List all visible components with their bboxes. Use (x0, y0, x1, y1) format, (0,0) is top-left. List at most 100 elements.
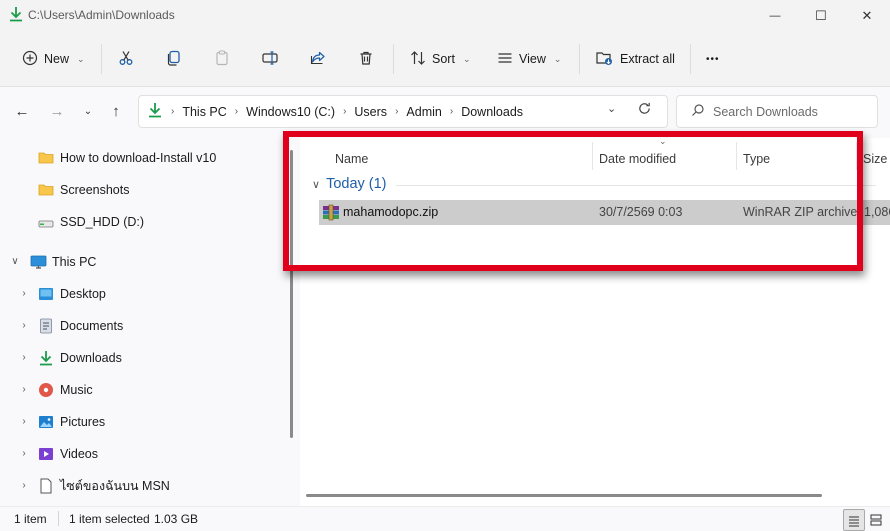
download-arrow-icon (148, 102, 162, 121)
music-icon (38, 382, 54, 398)
selected-size: 1.03 GB (154, 512, 199, 526)
chevron-right-icon[interactable]: › (18, 384, 30, 395)
paste-button[interactable] (214, 44, 230, 74)
arrow-left-icon: ← (14, 102, 30, 120)
details-view-icon (848, 515, 860, 530)
breadcrumb-this-pc[interactable]: This PC (182, 105, 226, 119)
download-arrow-icon (9, 6, 23, 25)
nav-item-label: This PC (52, 255, 97, 269)
new-label: New (44, 52, 70, 66)
toolbar-divider (393, 44, 394, 74)
command-bar: New ⌄ Sort ⌄ View ⌄ Extract all ••• (0, 32, 890, 87)
breadcrumb-separator-icon: › (234, 106, 239, 117)
chevron-right-icon[interactable]: › (18, 416, 30, 427)
view-button[interactable]: View ⌄ (497, 44, 561, 74)
item-count: 1 item (14, 512, 47, 526)
refresh-icon[interactable] (637, 101, 652, 119)
rename-icon (262, 50, 278, 69)
more-icon: ••• (706, 53, 720, 65)
paste-icon (214, 49, 230, 69)
view-label: View (519, 52, 546, 66)
share-icon (310, 50, 326, 69)
more-options-button[interactable]: ••• (706, 44, 720, 74)
rename-button[interactable] (262, 44, 278, 74)
address-history-chevron-icon[interactable]: ⌄ (607, 102, 616, 115)
folder-icon (38, 150, 54, 166)
share-button[interactable] (310, 44, 326, 74)
delete-button[interactable] (358, 44, 374, 74)
sort-button[interactable]: Sort ⌄ (410, 44, 470, 74)
new-button[interactable]: New ⌄ (22, 44, 85, 74)
toolbar-divider (690, 44, 691, 74)
maximize-button[interactable]: ☐ (798, 0, 844, 32)
file-explorer-window: C:\Users\Admin\Downloads — ☐ ✕ New ⌄ Sor… (0, 0, 890, 531)
arrow-up-icon: ↑ (112, 102, 120, 120)
copy-button[interactable] (166, 44, 182, 74)
breadcrumb-separator-icon: › (343, 106, 347, 117)
chevron-down-icon[interactable]: ∨ (9, 256, 21, 267)
chevron-down-icon: ⌄ (83, 105, 93, 117)
recent-locations-button[interactable]: ⌄ (78, 100, 98, 122)
breadcrumb-separator-icon: › (449, 106, 454, 117)
title-bar: C:\Users\Admin\Downloads — ☐ ✕ (0, 0, 890, 32)
chevron-right-icon[interactable]: › (18, 480, 30, 491)
search-icon (691, 103, 705, 120)
toolbar-divider (101, 44, 102, 74)
arrow-right-icon: → (49, 102, 65, 120)
selected-count: 1 item selected (69, 512, 150, 526)
nav-item-label: ไซต์ของฉันบน MSN (60, 479, 170, 493)
search-box[interactable]: Search Downloads (676, 95, 878, 128)
back-button[interactable]: ← (12, 100, 32, 122)
scissors-icon (118, 50, 134, 69)
nav-item-label: Pictures (60, 415, 106, 429)
nav-item-label: Music (60, 383, 93, 397)
maximize-icon: ☐ (815, 8, 827, 23)
breadcrumb-separator-icon: › (395, 106, 399, 117)
sort-label: Sort (432, 52, 455, 66)
chevron-down-icon: ⌄ (553, 53, 562, 64)
address-bar[interactable]: › This PC › Windows10 (C:) › Users › Adm… (138, 95, 668, 128)
up-button[interactable]: ↑ (106, 100, 126, 122)
nav-item-label: Downloads (60, 351, 122, 365)
minimize-button[interactable]: — (752, 0, 798, 32)
chevron-down-icon: ⌄ (462, 53, 471, 64)
navigation-pane: How to download-Install v10 Screenshots … (0, 138, 290, 506)
nav-item-label: SSD_HDD (D:) (60, 215, 145, 229)
extract-icon (596, 50, 614, 69)
forward-button[interactable]: → (47, 100, 67, 122)
status-divider (58, 511, 59, 526)
chevron-right-icon[interactable]: › (18, 352, 30, 363)
page-icon (38, 478, 54, 494)
pictures-icon (38, 414, 54, 430)
breadcrumb-separator-icon: › (171, 106, 175, 117)
breadcrumb-admin[interactable]: Admin (406, 105, 441, 119)
tiles-view-button[interactable] (866, 509, 886, 529)
copy-icon (166, 50, 182, 69)
breadcrumb-users[interactable]: Users (354, 105, 387, 119)
desktop-icon (38, 286, 54, 302)
nav-item-label: Screenshots (60, 183, 130, 197)
trash-icon (358, 50, 374, 69)
extract-all-button[interactable]: Extract all (596, 44, 675, 74)
sort-icon (410, 50, 426, 69)
nav-item-label: Videos (60, 447, 98, 461)
status-bar: 1 item 1 item selected 1.03 GB (0, 506, 890, 531)
chevron-right-icon[interactable]: › (18, 288, 30, 299)
documents-icon (38, 318, 54, 334)
details-view-button[interactable] (843, 509, 865, 531)
toolbar-divider (579, 44, 580, 74)
horizontal-scrollbar[interactable] (306, 494, 822, 497)
monitor-icon (30, 254, 47, 270)
address-row: ← → ⌄ ↑ › This PC › Windows10 (C:) › Use… (0, 87, 890, 137)
videos-icon (38, 446, 54, 462)
plus-circle-icon (22, 50, 38, 69)
close-button[interactable]: ✕ (844, 0, 890, 32)
nav-item-label: Desktop (60, 287, 106, 301)
chevron-right-icon[interactable]: › (18, 448, 30, 459)
column-header-size[interactable]: Size (863, 152, 887, 172)
cut-button[interactable] (118, 44, 134, 74)
breadcrumb-downloads[interactable]: Downloads (461, 105, 523, 119)
breadcrumb-windows10-c[interactable]: Windows10 (C:) (246, 105, 335, 119)
chevron-right-icon[interactable]: › (18, 320, 30, 331)
close-icon: ✕ (861, 8, 873, 23)
